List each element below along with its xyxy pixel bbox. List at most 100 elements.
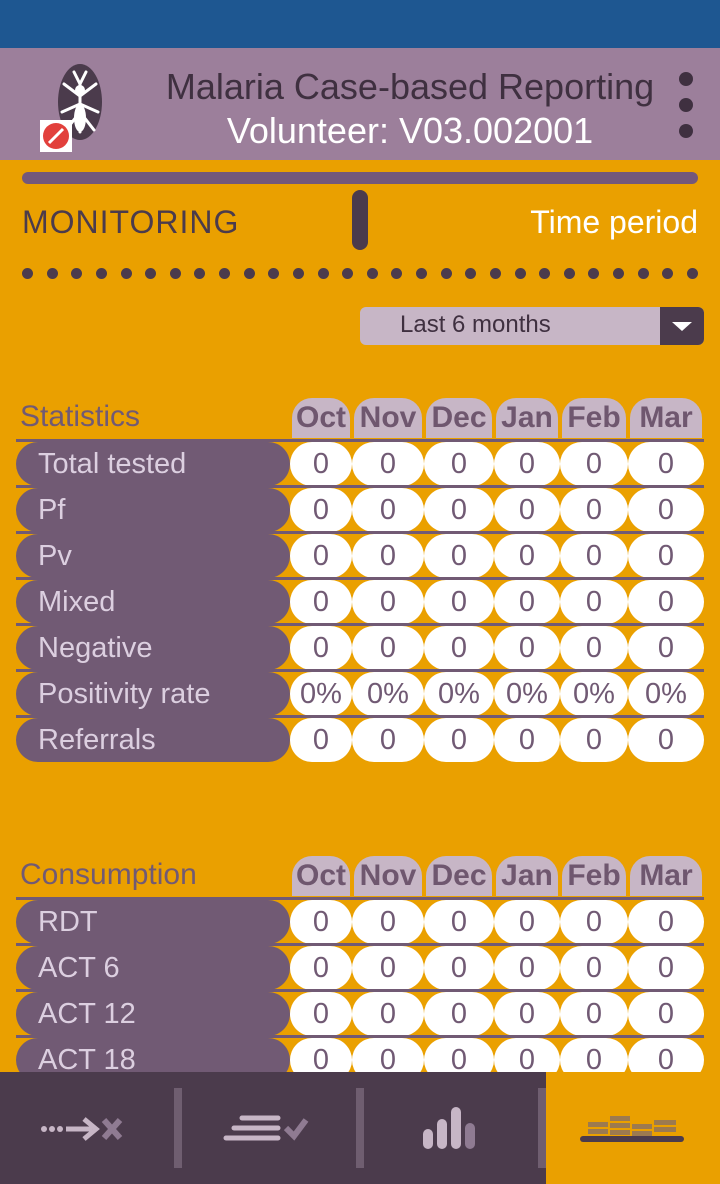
app-bar: Malaria Case-based Reporting Volunteer: … (0, 48, 720, 160)
tab-monitoring-chart[interactable] (364, 1072, 540, 1184)
row-label: Pf (16, 488, 290, 532)
row-label: Mixed (16, 580, 290, 624)
divider-dot (366, 267, 378, 279)
divider-dot (342, 267, 354, 279)
table-cell: 0 (352, 900, 424, 944)
table-cell: 0 (290, 580, 352, 624)
slider-handle[interactable] (352, 190, 368, 250)
table-cell: 0 (424, 534, 494, 578)
table-cell: 0 (424, 580, 494, 624)
table-cell: 0 (352, 442, 424, 486)
divider-dot (686, 267, 698, 279)
table-cell: 0 (352, 946, 424, 990)
table-cell: 0 (560, 992, 628, 1036)
month-header: Jan (496, 856, 558, 896)
divider-dot (416, 267, 427, 279)
divider-dot (391, 267, 403, 279)
divider-dot (662, 267, 674, 279)
table-cell: 0 (424, 626, 494, 670)
divider-dot (440, 267, 452, 279)
table-cell: 0 (628, 488, 704, 532)
arrow-cross-icon (41, 1117, 123, 1141)
month-header: Oct (292, 398, 350, 438)
divider-dot (219, 267, 230, 279)
row-label: Negative (16, 626, 290, 670)
table-cell: 0 (494, 946, 560, 990)
divider-dot (22, 267, 33, 279)
table-cell: 0 (424, 442, 494, 486)
nav-divider (356, 1088, 364, 1168)
divider-dot (292, 267, 304, 279)
table-cell: 0 (352, 992, 424, 1036)
table-cell: 0% (290, 672, 352, 716)
table-cell: 0 (494, 442, 560, 486)
table-cell: 0 (494, 718, 560, 762)
table-cell: 0 (290, 488, 352, 532)
table-cell: 0 (560, 900, 628, 944)
month-header: Dec (426, 856, 492, 896)
nav-divider (538, 1088, 546, 1168)
table-cell: 0 (290, 946, 352, 990)
table-cell: 0 (560, 946, 628, 990)
divider-dot (489, 267, 501, 279)
divider-dot (563, 267, 575, 279)
divider-dot (613, 267, 624, 279)
table-cell: 0 (424, 718, 494, 762)
divider-dot (169, 267, 181, 279)
nav-divider (174, 1088, 182, 1168)
table-cell: 0 (290, 442, 352, 486)
month-header: Dec (426, 398, 492, 438)
row-label: RDT (16, 900, 290, 944)
chevron-down-icon[interactable] (660, 307, 704, 345)
row-label: Positivity rate (16, 672, 290, 716)
statistics-title: Statistics (20, 400, 141, 433)
table-cell: 0% (494, 672, 560, 716)
list-check-icon (223, 1115, 309, 1141)
table-cell: 0 (494, 900, 560, 944)
row-label: Pv (16, 534, 290, 578)
divider-dot (539, 267, 551, 279)
month-header: Nov (354, 398, 422, 438)
table-cell: 0 (494, 626, 560, 670)
table-cell: 0 (290, 718, 352, 762)
table-cell: 0 (424, 900, 494, 944)
period-dropdown-value: Last 6 months (400, 311, 551, 338)
divider-dot (588, 267, 600, 279)
tab-register[interactable] (182, 1072, 358, 1184)
table-cell: 0 (560, 442, 628, 486)
table-cell: 0% (352, 672, 424, 716)
table-cell: 0 (560, 626, 628, 670)
table-cell: 0% (560, 672, 628, 716)
overflow-menu-icon[interactable] (670, 72, 702, 140)
table-cell: 0 (494, 580, 560, 624)
table-cell: 0 (424, 946, 494, 990)
table-cell: 0 (628, 992, 704, 1036)
time-period-slider-track[interactable] (22, 172, 698, 184)
divider-dot (514, 267, 526, 279)
monitoring-label: MONITORING (22, 204, 240, 240)
table-cell: 0 (560, 488, 628, 532)
table-cell: 0 (494, 488, 560, 532)
table-cell: 0 (494, 534, 560, 578)
period-dropdown[interactable]: Last 6 months (360, 307, 704, 345)
tab-cases[interactable] (0, 1072, 176, 1184)
app-title: Malaria Case-based Reporting (165, 66, 655, 107)
table-cell: 0% (628, 672, 704, 716)
divider-dot (46, 267, 58, 279)
dotted-divider (22, 266, 698, 280)
month-header: Nov (354, 856, 422, 896)
divider-dot (465, 267, 477, 279)
tab-stock[interactable] (546, 1072, 720, 1184)
consumption-title: Consumption (20, 858, 197, 891)
table-cell: 0 (290, 534, 352, 578)
bottom-navigation (0, 1072, 720, 1184)
table-cell: 0 (628, 580, 704, 624)
table-cell: 0% (424, 672, 494, 716)
table-cell: 0 (560, 580, 628, 624)
row-label: ACT 12 (16, 992, 290, 1036)
status-bar (0, 0, 720, 48)
table-cell: 0 (628, 534, 704, 578)
divider-dot (268, 267, 280, 279)
row-label: Total tested (16, 442, 290, 486)
table-cell: 0 (352, 534, 424, 578)
